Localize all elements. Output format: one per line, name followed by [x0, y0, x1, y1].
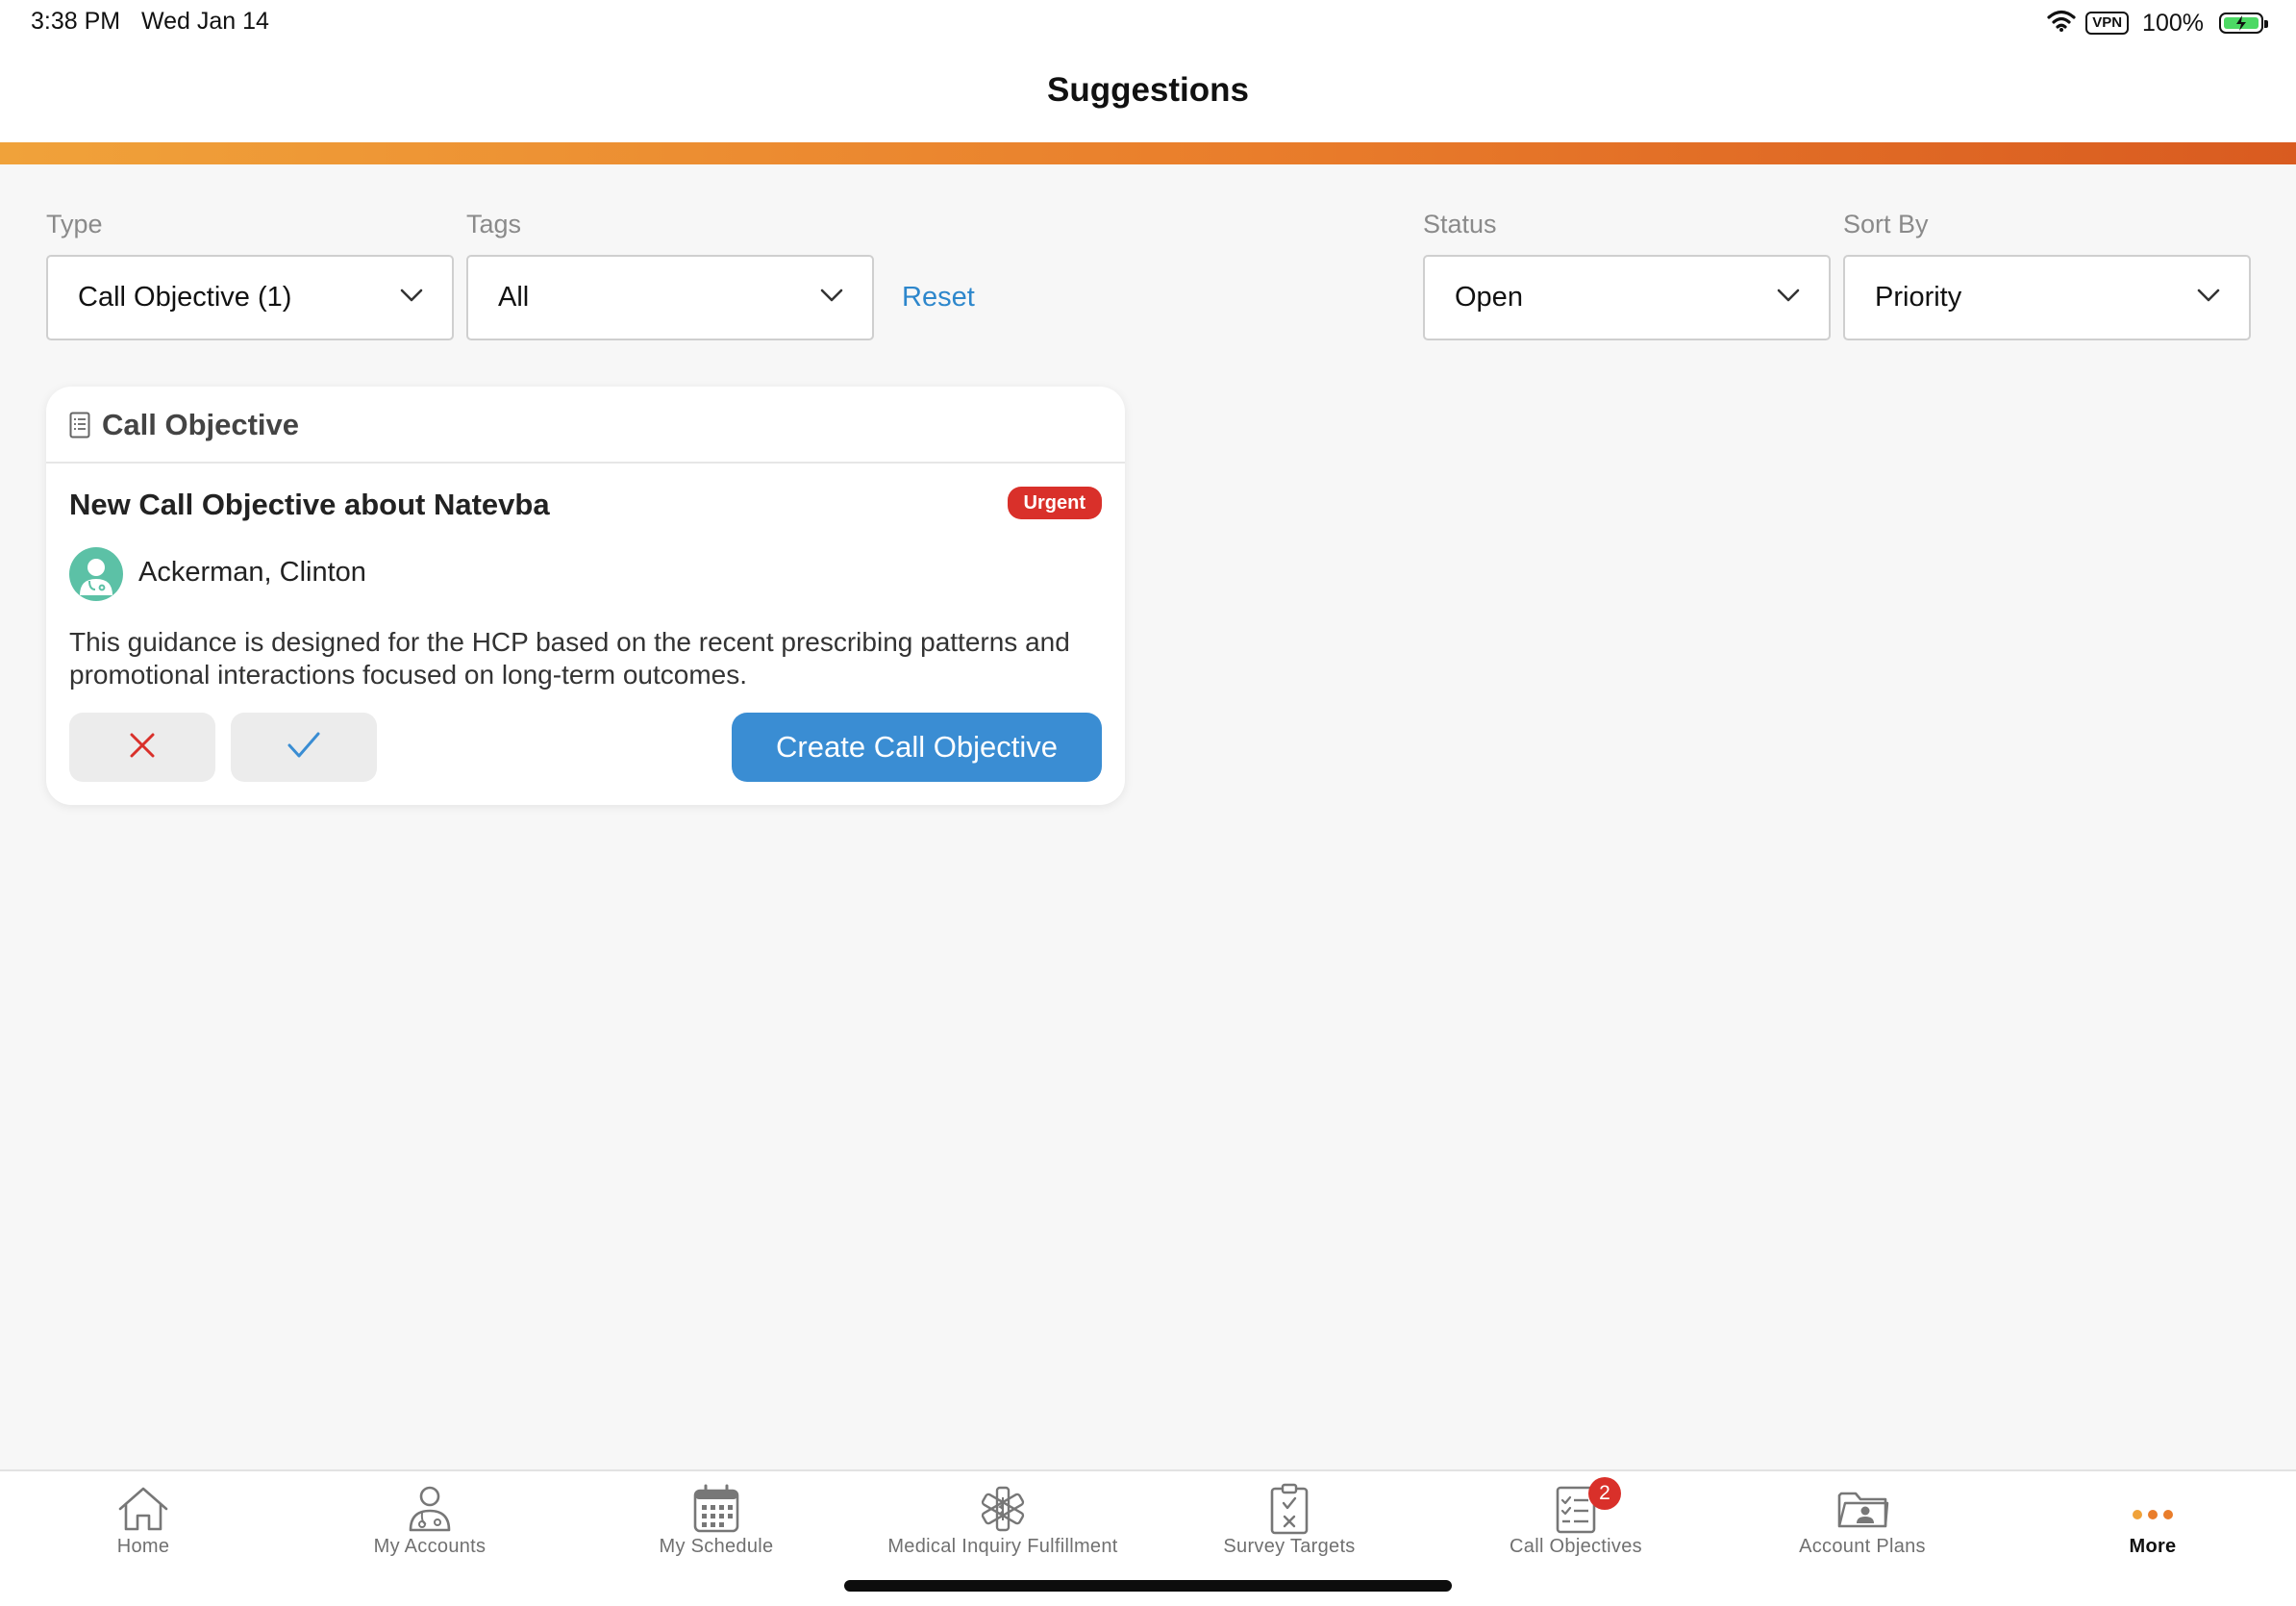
type-select-value: Call Objective (1): [78, 282, 292, 313]
tab-label: Account Plans: [1799, 1536, 1926, 1557]
status-time: 3:38 PM: [31, 8, 121, 35]
status-select[interactable]: Open: [1423, 255, 1831, 340]
document-icon: [69, 412, 90, 443]
tab-label: My Schedule: [659, 1536, 774, 1557]
sort-filter-label: Sort By: [1843, 210, 1929, 238]
calendar-icon: [689, 1482, 743, 1536]
dismiss-button[interactable]: [69, 713, 215, 782]
sort-select-value: Priority: [1875, 282, 1962, 313]
status-select-value: Open: [1455, 282, 1523, 313]
folder-icon: [1835, 1482, 1889, 1536]
account-name[interactable]: Ackerman, Clinton: [138, 557, 366, 589]
tab-label: More: [2129, 1536, 2177, 1557]
sort-select[interactable]: Priority: [1843, 255, 2251, 340]
tab-label: Call Objectives: [1510, 1536, 1642, 1557]
status-indicators: VPN 100%: [2047, 6, 2268, 40]
tags-select[interactable]: All: [466, 255, 874, 340]
tab-my-schedule[interactable]: My Schedule: [573, 1471, 860, 1568]
chevron-down-icon: [400, 289, 423, 307]
card-description: This guidance is designed for the HCP ba…: [69, 627, 1070, 690]
suggestion-card[interactable]: Call Objective New Call Objective about …: [46, 387, 1125, 805]
doctor-icon: [403, 1482, 457, 1536]
battery-percent: 100%: [2142, 9, 2204, 37]
tab-medical-inquiry-fulfillment[interactable]: Medical Inquiry Fulfillment: [860, 1471, 1146, 1568]
status-filter-label: Status: [1423, 210, 1497, 238]
home-icon: [116, 1482, 170, 1536]
urgent-badge: Urgent: [1007, 487, 1102, 519]
card-title: New Call Objective about Natevba: [69, 488, 550, 521]
reset-link[interactable]: Reset: [902, 282, 975, 314]
tab-my-accounts[interactable]: My Accounts: [287, 1471, 573, 1568]
call-objectives-count-badge: 2: [1588, 1477, 1621, 1510]
chevron-down-icon: [1777, 289, 1800, 307]
tags-filter-label: Tags: [466, 210, 522, 238]
accent-bar: [0, 142, 2296, 164]
tab-survey-targets[interactable]: Survey Targets: [1146, 1471, 1433, 1568]
tab-label: Medical Inquiry Fulfillment: [887, 1536, 1118, 1557]
page-title: Suggestions: [1046, 71, 1250, 109]
more-dots-icon: [2126, 1482, 2180, 1536]
accept-button[interactable]: [231, 713, 377, 782]
medical-star-icon: [976, 1482, 1030, 1536]
type-filter-label: Type: [46, 210, 103, 238]
tab-account-plans[interactable]: Account Plans: [1719, 1471, 2006, 1568]
create-call-objective-button[interactable]: Create Call Objective: [732, 713, 1102, 782]
status-date: Wed Jan 14: [141, 8, 269, 35]
battery-icon: [2219, 13, 2268, 34]
chevron-down-icon: [2197, 289, 2220, 307]
tab-more[interactable]: More: [2009, 1471, 2296, 1568]
doctor-avatar-icon: [69, 547, 123, 601]
vpn-badge: VPN: [2085, 12, 2130, 35]
home-indicator: [844, 1580, 1452, 1592]
tags-select-value: All: [498, 282, 530, 313]
tab-label: Home: [116, 1536, 170, 1557]
tab-call-objectives[interactable]: 2 Call Objectives: [1433, 1471, 1719, 1568]
check-icon: [287, 731, 321, 765]
type-select[interactable]: Call Objective (1): [46, 255, 454, 340]
chevron-down-icon: [820, 289, 843, 307]
card-type-label: Call Objective: [102, 408, 300, 441]
tab-label: Survey Targets: [1223, 1536, 1356, 1557]
card-header: Call Objective: [46, 387, 1125, 464]
top-bar: 3:38 PM Wed Jan 14 VPN 100% Suggestions: [0, 0, 2296, 142]
tab-home[interactable]: Home: [0, 1471, 287, 1568]
wifi-icon: [2047, 10, 2076, 38]
tab-label: My Accounts: [373, 1536, 487, 1557]
close-icon: [128, 731, 157, 765]
clipboard-icon: [1262, 1482, 1316, 1536]
